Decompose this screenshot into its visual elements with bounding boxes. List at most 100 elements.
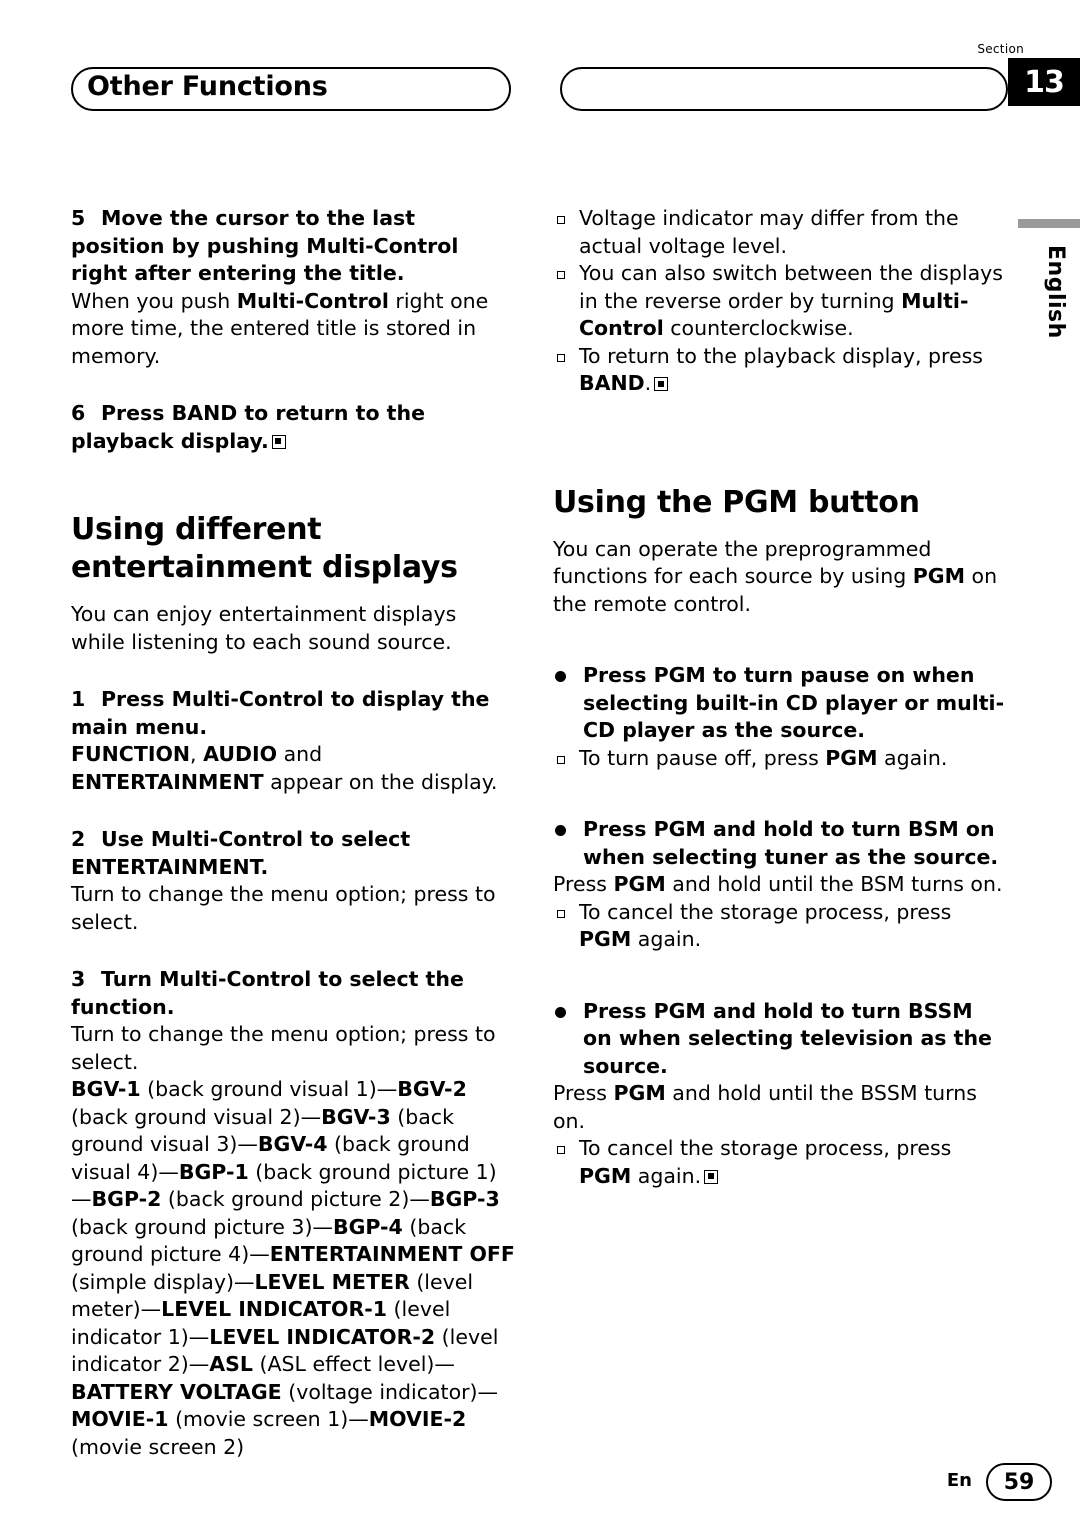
option-description: (movie screen 1)— (168, 1407, 369, 1431)
option-description: (back ground visual 2)— (71, 1104, 322, 1129)
pgm-note-bssm-part2: again. (631, 1163, 702, 1188)
step-1-tail: appear on the display. (263, 769, 498, 794)
entertainment-option-chain: BGV-1 (back ground visual 1)—BGV-2 (back… (71, 1076, 515, 1461)
option-description: (voltage indicator)— (281, 1379, 499, 1404)
step-1-body: FUNCTION, AUDIO and ENTERTAINMENT appear… (71, 741, 515, 796)
side-rule (1018, 219, 1080, 228)
step-1-bold-entertainment: ENTERTAINMENT (71, 769, 264, 794)
option-description: (movie screen 2) (71, 1434, 245, 1459)
option-name: BGP-2 (91, 1187, 162, 1211)
pgm-note-pause-off: To turn pause off, press PGM again. (553, 745, 1005, 773)
step-6-number: 6 (71, 401, 86, 425)
step-5-body-bold: Multi-Control (236, 288, 389, 313)
manual-page: Section 13 Other Functions English 5 Move… (0, 0, 1080, 1529)
option-name: MOVIE-1 (71, 1407, 169, 1431)
option-name: LEVEL METER (254, 1269, 410, 1294)
heading-pgm-button: Using the PGM button (553, 484, 920, 520)
pgm-bsm-bold: PGM (613, 872, 666, 896)
step-3-heading: Turn Multi-Control to select the functio… (71, 967, 464, 1019)
pgm-note-bssm-cancel: To cancel the storage process, press PGM… (553, 1135, 1005, 1190)
pgm-bullet-bssm: Press PGM and hold to turn BSSM on when … (553, 998, 1005, 1081)
pgm-bullet-pause: Press PGM to turn pause on when selectin… (553, 662, 1005, 745)
step-1: 1 Press Multi-Control to display the main… (71, 686, 515, 741)
section-number-tab: 13 (1008, 58, 1080, 106)
pgm-note-bssm-bold: PGM (579, 1163, 632, 1188)
option-name: ENTERTAINMENT OFF (269, 1242, 515, 1266)
pgm-note-bsm-part2: again. (631, 927, 702, 951)
pgm-intro-part1: You can operate the preprogrammed functi… (553, 536, 932, 589)
page-title: Other Functions (87, 71, 328, 102)
header-pill-right (560, 67, 1008, 111)
pgm-bsm-part1: Press (553, 872, 614, 896)
language-side-tab: English (1043, 245, 1068, 339)
pgm-note-pause-part2: again. (877, 745, 948, 770)
step-1-number: 1 (71, 687, 86, 711)
pgm-note-bssm-part1: To cancel the storage process, press (579, 1136, 952, 1160)
option-name: BGV-3 (321, 1104, 391, 1129)
option-name: BGV-4 (257, 1132, 328, 1156)
step-2: 2 Use Multi-Control to select ENTERTAINME… (71, 826, 515, 881)
entertainment-intro: You can enjoy entertainment displays whi… (71, 602, 457, 654)
note-return-playback: To return to the playback display, press… (553, 343, 1005, 398)
pgm-note-pause-part1: To turn pause off, press (579, 745, 826, 770)
pgm-bsm-part2: and hold until the BSM turns on. (665, 872, 1003, 896)
option-name: MOVIE-2 (368, 1407, 467, 1431)
end-of-topic-icon (704, 1169, 719, 1184)
footer-page-number: 59 (986, 1463, 1052, 1501)
step-1-heading: Press Multi-Control to display the main … (71, 687, 490, 739)
step-1-sep2: and (277, 742, 323, 766)
end-of-topic-icon (654, 377, 669, 391)
option-description: (back ground picture 2)— (161, 1187, 430, 1211)
note-return-part1: To return to the playback display, press (579, 343, 983, 368)
step-3-number: 3 (71, 967, 86, 991)
pgm-note-pause-bold: PGM (825, 745, 878, 770)
option-description: (back ground picture 3)— (71, 1214, 333, 1239)
pgm-bullet-bsm: Press PGM and hold to turn BSM on when s… (553, 816, 1005, 871)
option-name: LEVEL INDICATOR-2 (209, 1324, 436, 1349)
step-5-body: When you push Multi-Control right one mo… (71, 288, 515, 371)
note-reverse-part2: counterclockwise. (663, 316, 854, 340)
step-6-heading: Press BAND to return to the playback dis… (71, 401, 425, 453)
step-2-heading: Use Multi-Control to select ENTERTAINMEN… (71, 827, 411, 879)
step-2-number: 2 (71, 827, 86, 851)
option-description: (back ground visual 1)— (140, 1077, 398, 1101)
step-3: 3 Turn Multi-Control to select the functi… (71, 966, 515, 1021)
note-return-part2: . (644, 371, 652, 395)
left-column: 5 Move the cursor to the last position by… (71, 205, 515, 1461)
pgm-bssm-bold: PGM (613, 1081, 666, 1105)
pgm-intro-bold: PGM (912, 564, 966, 588)
heading-entertainment-displays: Using different entertainment displays (71, 512, 458, 585)
step-5-heading: Move the cursor to the last position by … (71, 206, 459, 285)
pgm-intro: You can operate the preprogrammed functi… (553, 536, 1005, 619)
option-name: BGP-1 (178, 1159, 249, 1184)
step-5-body-part1: When you push (71, 288, 237, 313)
pgm-note-bsm-part1: To cancel the storage process, press (579, 899, 952, 924)
option-name: BGV-1 (71, 1077, 141, 1101)
option-name: BGV-2 (397, 1077, 467, 1101)
step-3-body: Turn to change the menu option; press to… (71, 1022, 496, 1074)
step-1-sep1: , (190, 742, 204, 766)
pgm-bssm-body: Press PGM and hold until the BSSM turns … (553, 1080, 1005, 1135)
option-name: BGP-3 (429, 1187, 500, 1211)
option-name: BGP-4 (332, 1214, 403, 1239)
option-description: (ASL effect level)— (253, 1352, 455, 1376)
section-label: Section (977, 42, 1024, 56)
note-voltage: Voltage indicator may differ from the ac… (553, 205, 1005, 260)
option-name: LEVEL INDICATOR-1 (161, 1297, 388, 1321)
option-name: BATTERY VOLTAGE (71, 1379, 282, 1404)
pgm-note-bsm-cancel: To cancel the storage process, press PGM… (553, 899, 1005, 954)
option-description: (simple display)— (71, 1269, 255, 1294)
pgm-note-bsm-bold: PGM (579, 927, 632, 951)
note-return-bold-band: BAND (579, 371, 645, 395)
step-6: 6 Press BAND to return to the playback di… (71, 400, 515, 455)
end-of-topic-icon (271, 434, 286, 449)
footer-language: En (946, 1470, 972, 1491)
right-column: Voltage indicator may differ from the ac… (553, 205, 1005, 1190)
step-1-bold-function: FUNCTION (71, 742, 191, 766)
pgm-bsm-body: Press PGM and hold until the BSM turns o… (553, 871, 1005, 899)
step-2-body: Turn to change the menu option; press to… (71, 882, 496, 934)
option-name: ASL (209, 1352, 253, 1376)
step-5-number: 5 (71, 206, 86, 230)
pgm-bssm-part1: Press (553, 1081, 614, 1105)
note-reverse-order: You can also switch between the displays… (553, 260, 1005, 343)
